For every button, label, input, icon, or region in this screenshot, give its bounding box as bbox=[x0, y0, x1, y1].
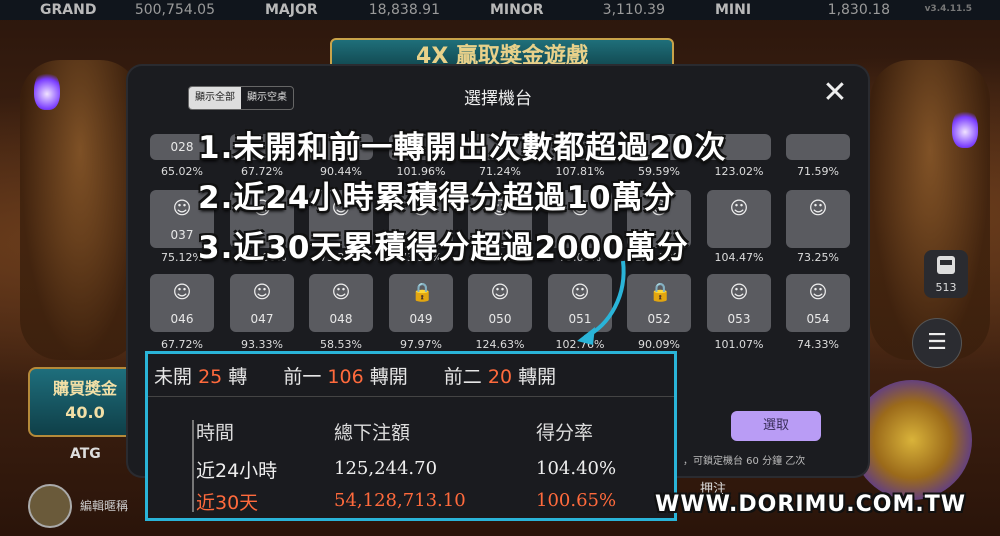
buy-bonus-button[interactable]: 購買獎金 40.0 bbox=[28, 367, 142, 437]
prev2-label: 前二 bbox=[443, 366, 482, 388]
provider-logo: ATG bbox=[70, 446, 101, 462]
machine-rate: 93.33% bbox=[241, 338, 283, 351]
machine-cell[interactable]: 🔒 052 bbox=[627, 274, 691, 332]
machine-icon bbox=[937, 256, 955, 274]
not-open-unit: 轉 bbox=[228, 366, 248, 388]
machine-cell[interactable]: ☺ bbox=[786, 190, 850, 248]
machine-cell[interactable]: ☺ 048 bbox=[309, 274, 373, 332]
jackpot-major: MAJOR 18,838.91 bbox=[265, 2, 440, 18]
row-24h-bet: 125,244.70 bbox=[334, 458, 438, 479]
row-30d-period: 近30天 bbox=[196, 492, 259, 514]
divider bbox=[148, 396, 674, 397]
spin-stats: 未開 25 轉 前一 106 轉開 前二 20 轉開 bbox=[154, 362, 556, 389]
row-24h-rate: 104.40% bbox=[536, 458, 617, 479]
machine-rate: 71.59% bbox=[797, 165, 839, 178]
machine-cell[interactable]: ☺ 046 bbox=[150, 274, 214, 332]
right-character bbox=[870, 60, 990, 360]
machine-rate: 124.63% bbox=[475, 338, 525, 351]
user-icon: ☺ bbox=[331, 282, 351, 303]
machine-cell[interactable]: ☺ 047 bbox=[230, 274, 294, 332]
jackpot-mini: MINI 1,830.18 bbox=[715, 2, 890, 18]
right-flame bbox=[952, 108, 978, 148]
buy-bonus-label: 購買獎金 bbox=[52, 379, 117, 398]
version-label: v3.4.11.5 bbox=[924, 4, 972, 14]
left-flame bbox=[34, 70, 60, 110]
header-period: 時間 bbox=[196, 422, 235, 444]
select-button[interactable]: 選取 bbox=[731, 411, 821, 441]
machine-number: 046 bbox=[170, 312, 194, 326]
prev2-unit: 轉開 bbox=[518, 366, 557, 388]
machine-rate: 104.47% bbox=[714, 251, 764, 264]
machine-cell[interactable]: ☺ bbox=[707, 190, 771, 248]
not-open-value: 25 bbox=[198, 366, 223, 388]
machine-rate: 73.25% bbox=[797, 251, 839, 264]
user-icon: ☺ bbox=[729, 282, 749, 303]
watermark: WWW.DORIMU.COM.TW bbox=[655, 492, 966, 517]
machine-rate: 90.09% bbox=[638, 338, 680, 351]
jackpot-minor: MINOR 3,110.39 bbox=[490, 2, 665, 18]
spin-button[interactable] bbox=[852, 380, 972, 500]
machine-number: 049 bbox=[409, 312, 433, 326]
machine-rate: 101.07% bbox=[714, 338, 764, 351]
machine-rate: 97.97% bbox=[400, 338, 442, 351]
row-30d-rate: 100.65% bbox=[536, 490, 617, 511]
machine-number: 047 bbox=[250, 312, 274, 326]
machine-counter[interactable]: 513 bbox=[924, 250, 968, 298]
lock-note: ，可鎖定機台 60 分鐘 乙次 bbox=[683, 456, 806, 467]
prev1-value: 106 bbox=[327, 366, 364, 388]
prev2-value: 20 bbox=[487, 366, 513, 388]
machine-cell[interactable] bbox=[786, 134, 850, 160]
row-30d-bet: 54,128,713.10 bbox=[334, 490, 466, 511]
machine-cell[interactable]: 🔒 049 bbox=[389, 274, 453, 332]
machine-rate: 74.33% bbox=[797, 338, 839, 351]
header-score-rate: 得分率 bbox=[536, 422, 594, 444]
machine-cell[interactable]: ☺ 054 bbox=[786, 274, 850, 332]
machine-cell[interactable]: ☺ 053 bbox=[707, 274, 771, 332]
menu-button[interactable]: ☰ bbox=[912, 318, 962, 368]
user-icon: ☺ bbox=[729, 198, 749, 219]
machine-number: 053 bbox=[727, 312, 751, 326]
header-total-bet: 總下注額 bbox=[334, 422, 411, 444]
prev1-label: 前一 bbox=[283, 366, 322, 388]
row-24h-period: 近24小時 bbox=[196, 460, 278, 482]
user-icon: ☺ bbox=[808, 282, 828, 303]
user-icon: ☺ bbox=[490, 282, 510, 303]
machine-rate: 67.72% bbox=[161, 338, 203, 351]
machine-number: 054 bbox=[806, 312, 830, 326]
locked-user-icon: 🔒 bbox=[411, 282, 434, 303]
machine-rate: 58.53% bbox=[320, 338, 362, 351]
locked-user-icon: 🔒 bbox=[649, 282, 672, 303]
edit-nickname-link[interactable]: 編輯暱稱 bbox=[80, 497, 128, 514]
buy-bonus-value: 40.0 bbox=[65, 403, 105, 422]
jackpot-bar: GRAND 500,754.05 MAJOR 18,838.91 MINOR 3,11… bbox=[0, 0, 1000, 20]
machine-number: 052 bbox=[647, 312, 671, 326]
jackpot-grand: GRAND 500,754.05 bbox=[40, 2, 215, 18]
not-open-label: 未開 bbox=[154, 366, 193, 388]
machine-info-box: 未開 25 轉 前一 106 轉開 前二 20 轉開 時間 總下注額 得分率 近… bbox=[145, 351, 677, 521]
user-icon: ☺ bbox=[808, 198, 828, 219]
prev1-unit: 轉開 bbox=[369, 366, 408, 388]
avatar[interactable] bbox=[28, 484, 72, 528]
counter-value: 513 bbox=[935, 281, 957, 294]
user-icon: ☺ bbox=[172, 198, 192, 219]
modal-title: 選擇機台 bbox=[464, 89, 532, 109]
machine-number: 050 bbox=[488, 312, 512, 326]
user-icon: ☺ bbox=[252, 282, 272, 303]
table-bar bbox=[192, 420, 194, 512]
annotation-1: 1.未開和前一轉開出次數都超過20次 bbox=[198, 130, 727, 166]
annotation-2: 2.近24小時累積得分超過10萬分 bbox=[198, 180, 676, 216]
user-icon: ☺ bbox=[172, 282, 192, 303]
machine-cell[interactable]: ☺ 050 bbox=[468, 274, 532, 332]
machine-number: 048 bbox=[329, 312, 353, 326]
arrow-icon bbox=[577, 260, 626, 345]
close-icon[interactable]: ✕ bbox=[820, 78, 850, 108]
